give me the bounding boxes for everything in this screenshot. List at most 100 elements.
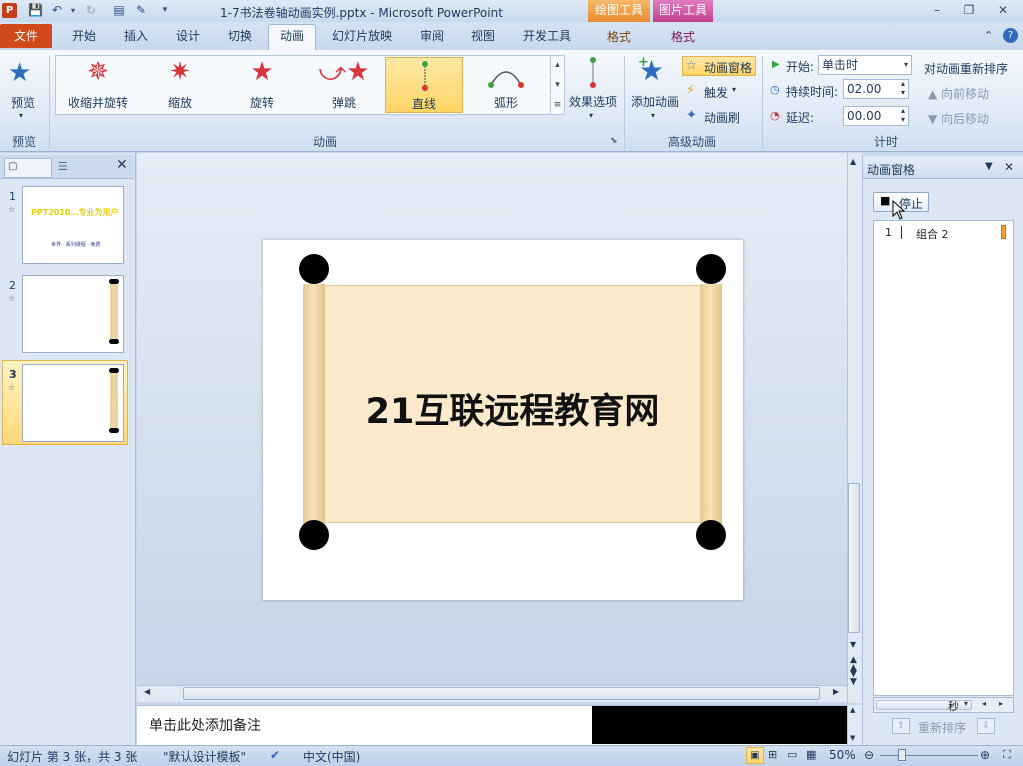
slide-thumbnail-3[interactable] — [22, 364, 124, 442]
restore-button[interactable]: ❐ — [956, 2, 982, 19]
help-icon[interactable]: ? — [1003, 28, 1018, 43]
dialog-launcher-icon[interactable]: ⬊ — [610, 136, 618, 146]
close-button[interactable]: ✕ — [990, 2, 1016, 19]
gallery-item-spin[interactable]: ★ 旋转 — [223, 57, 301, 113]
gallery-item-line-selected[interactable]: 直线 — [385, 57, 463, 113]
move-earlier-button[interactable]: ▲ 向前移动 — [928, 85, 989, 102]
new-slide-icon[interactable]: ▤ — [112, 3, 126, 18]
vertical-scroll-thumb[interactable] — [848, 483, 860, 633]
scroll-knob-bottom-left[interactable] — [299, 520, 329, 550]
trigger-dropdown-icon[interactable]: ▾ — [732, 85, 736, 94]
zoom-slider-track[interactable] — [880, 755, 978, 756]
slide-sorter-icon[interactable]: ⊞ — [768, 748, 777, 761]
tab-developer[interactable]: 开发工具 — [523, 27, 571, 44]
tab-design[interactable]: 设计 — [176, 27, 200, 44]
add-animation-button[interactable]: 添加动画 — [631, 93, 679, 110]
effect-options-icon[interactable] — [586, 56, 600, 90]
format-painter-icon[interactable]: ✎ — [134, 3, 148, 18]
tab-drawing-format[interactable]: 格式 — [588, 27, 650, 47]
save-icon[interactable]: 💾 — [28, 3, 43, 18]
theme-status[interactable]: "默认设计模板" — [163, 748, 246, 765]
seconds-label[interactable]: 秒 — [948, 698, 959, 714]
tab-review[interactable]: 审阅 — [420, 27, 444, 44]
seconds-dropdown-icon[interactable]: ▾ — [964, 699, 968, 708]
tab-slideshow[interactable]: 幻灯片放映 — [332, 27, 392, 44]
animation-list[interactable] — [873, 220, 1014, 696]
delay-spinner-icon[interactable]: ▴ ▾ — [901, 106, 905, 124]
notes-scroll-up-icon[interactable]: ▲ — [850, 706, 855, 714]
effect-options-dropdown-icon[interactable]: ▾ — [589, 111, 593, 120]
reading-view-icon[interactable]: ▭ — [787, 748, 797, 761]
preview-dropdown-icon[interactable]: ▾ — [19, 111, 23, 120]
normal-view-icon[interactable]: ▣ — [746, 747, 764, 764]
gallery-item-arc[interactable]: 弧形 — [467, 57, 545, 113]
add-animation-dropdown-icon[interactable]: ▾ — [651, 111, 655, 120]
zoom-slider-thumb[interactable] — [898, 749, 906, 761]
gallery-item-shrink-spin[interactable]: ✵ 收缩并旋转 — [59, 57, 137, 113]
zoom-out-icon[interactable]: ⊖ — [864, 748, 874, 762]
gallery-scroll-up-icon[interactable]: ▴ — [550, 56, 564, 75]
minimize-button[interactable]: – — [924, 2, 950, 19]
gallery-more-icon[interactable]: ≡ — [550, 96, 564, 115]
gallery-item-zoom[interactable]: ✷ 缩放 — [141, 57, 219, 113]
pane-options-icon[interactable]: ▼ — [985, 161, 993, 172]
undo-icon[interactable]: ↶ — [50, 3, 64, 18]
scroll-knob-top-right[interactable] — [696, 254, 726, 284]
start-select[interactable]: 单击时 ▾ — [818, 55, 912, 75]
tab-picture-format[interactable]: 格式 — [653, 27, 713, 47]
trigger-button[interactable]: 触发 — [704, 84, 728, 101]
scroll-right-icon[interactable]: ▶ — [833, 687, 839, 696]
tab-view[interactable]: 视图 — [471, 27, 495, 44]
zoom-in-icon[interactable]: ⊕ — [980, 748, 990, 762]
next-slide-icon[interactable]: ▼ ▼ — [850, 670, 857, 687]
delay-input[interactable]: 00.00 ▴ ▾ — [843, 106, 909, 126]
animation-list-item[interactable]: 1 组合 2 — [874, 222, 1013, 242]
gallery-scroll-down-icon[interactable]: ▾ — [550, 76, 564, 95]
language-status[interactable]: 中文(中国) — [303, 748, 360, 765]
outline-tab-icon[interactable]: ☰ — [58, 160, 68, 173]
zoom-level[interactable]: 50% — [829, 748, 856, 762]
duration-input[interactable]: 02.00 ▴ ▾ — [843, 79, 909, 99]
reorder-up-icon[interactable]: ⇧ — [892, 718, 910, 734]
slideshow-view-icon[interactable]: ▦ — [806, 748, 816, 761]
powerpoint-app-icon[interactable]: P — [2, 3, 17, 18]
redo-icon[interactable]: ↻ — [84, 3, 98, 18]
customize-qat-icon[interactable]: ▾ — [158, 3, 172, 18]
move-later-button[interactable]: ▼ 向后移动 — [928, 110, 989, 127]
pane-close-icon[interactable]: ✕ — [1004, 160, 1014, 174]
scroll-knob-bottom-right[interactable] — [696, 520, 726, 550]
scroll-left-rod[interactable] — [303, 284, 325, 524]
scroll-knob-top-left[interactable] — [299, 254, 329, 284]
tab-insert[interactable]: 插入 — [124, 27, 148, 44]
timeline-left-icon[interactable]: ◂ — [982, 699, 986, 708]
notes-placeholder[interactable]: 单击此处添加备注 — [149, 715, 261, 735]
notes-scroll-down-icon[interactable]: ▼ — [850, 734, 855, 742]
timeline-bar[interactable] — [1001, 225, 1006, 239]
slide-thumbnail-2[interactable] — [22, 275, 124, 353]
slide-thumbnail-1[interactable]: PPT2010…专业为用户 世界 · 系列课程 · 免费 — [22, 186, 124, 264]
scroll-left-icon[interactable]: ◀ — [144, 687, 150, 696]
tab-animations[interactable]: 动画 — [280, 27, 304, 44]
preview-button[interactable]: 预览 — [11, 94, 35, 111]
close-pane-icon[interactable]: ✕ — [116, 157, 128, 173]
spelling-check-icon[interactable]: ✔ — [270, 748, 280, 762]
tab-home[interactable]: 开始 — [72, 27, 96, 44]
collapse-ribbon-icon[interactable]: ⌃ — [984, 29, 993, 42]
duration-spinner-icon[interactable]: ▴ ▾ — [901, 79, 905, 97]
slide-count-status[interactable]: 幻灯片 第 3 张，共 3 张 — [7, 748, 137, 765]
scroll-right-rod[interactable] — [700, 284, 722, 524]
file-tab[interactable]: 文件 — [0, 24, 52, 48]
timeline-scale[interactable]: 秒 ▾ ◂ ▸ — [873, 697, 1014, 713]
effect-options-button[interactable]: 效果选项 — [569, 93, 617, 110]
preview-star-icon[interactable]: ★ — [8, 58, 31, 88]
scroll-down-icon[interactable]: ▼ — [850, 640, 856, 649]
reorder-down-icon[interactable]: ⇩ — [977, 718, 995, 734]
slide-title-text[interactable]: 21互联远程教育网 — [324, 383, 701, 434]
horizontal-scroll-thumb[interactable] — [183, 687, 820, 700]
undo-dropdown-icon[interactable]: ▾ — [66, 3, 80, 18]
animation-painter-button[interactable]: 动画刷 — [704, 109, 740, 126]
gallery-item-bounce[interactable]: ⤻★ 弹跳 — [305, 57, 383, 113]
slides-tab[interactable]: ▢ — [4, 158, 52, 178]
fit-to-window-icon[interactable]: ⛶ — [1003, 748, 1011, 762]
timeline-right-icon[interactable]: ▸ — [999, 699, 1003, 708]
